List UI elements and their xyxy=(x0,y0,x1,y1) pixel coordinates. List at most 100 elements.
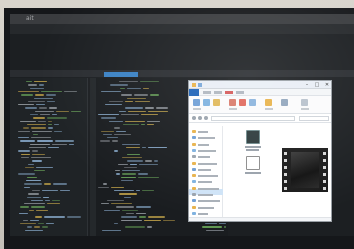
code-token xyxy=(21,156,29,159)
code-token xyxy=(128,110,146,113)
nav-item[interactable] xyxy=(198,149,216,152)
code-token xyxy=(55,140,74,142)
code-token xyxy=(18,150,30,152)
code-token xyxy=(119,110,126,113)
up-icon[interactable] xyxy=(204,116,208,120)
nav-item[interactable] xyxy=(198,175,218,178)
nav-item[interactable] xyxy=(198,206,214,209)
code-token xyxy=(69,143,74,146)
code-token xyxy=(24,186,30,188)
code-token xyxy=(105,104,122,106)
code-token xyxy=(46,94,56,96)
code-token xyxy=(121,94,132,96)
new-folder-icon[interactable] xyxy=(265,99,272,106)
code-token xyxy=(206,229,224,231)
code-token xyxy=(114,189,134,192)
file-thumbnail[interactable] xyxy=(246,156,260,170)
nav-item-icon xyxy=(192,180,196,184)
nav-item[interactable] xyxy=(198,143,209,146)
nav-item[interactable] xyxy=(198,162,217,165)
code-token xyxy=(39,84,44,86)
nav-item[interactable] xyxy=(198,181,212,184)
code-token xyxy=(111,203,132,205)
select-icon[interactable] xyxy=(301,99,308,106)
copy-icon[interactable] xyxy=(203,99,210,106)
code-token xyxy=(30,219,39,221)
address-bar-row xyxy=(189,114,331,123)
active-editor-tab[interactable] xyxy=(104,72,138,77)
code-token xyxy=(130,163,137,165)
nav-item-icon xyxy=(192,193,196,196)
ribbon-tab[interactable] xyxy=(203,91,211,94)
code-token xyxy=(32,150,38,152)
code-token xyxy=(224,226,226,228)
code-token xyxy=(111,186,124,188)
nav-item-icon xyxy=(192,148,196,152)
file-thumbnail[interactable] xyxy=(246,130,260,144)
code-token xyxy=(138,173,148,175)
move-to-icon[interactable] xyxy=(229,99,236,106)
code-token xyxy=(101,117,116,119)
quick-access-icon[interactable] xyxy=(198,83,202,87)
code-token xyxy=(48,120,52,122)
ribbon-tab-file[interactable] xyxy=(189,89,199,96)
code-token xyxy=(38,222,44,225)
paste-icon[interactable] xyxy=(213,99,220,106)
code-token xyxy=(138,176,159,179)
code-token xyxy=(122,209,138,212)
code-token xyxy=(141,123,145,126)
code-token xyxy=(31,127,46,129)
code-token xyxy=(41,90,62,93)
code-token xyxy=(48,123,52,126)
nav-item[interactable] xyxy=(198,200,220,203)
code-token xyxy=(136,206,151,208)
rename-icon[interactable] xyxy=(249,99,256,106)
code-token xyxy=(35,216,42,218)
nav-item[interactable] xyxy=(198,168,211,171)
back-icon[interactable] xyxy=(192,116,196,120)
ribbon-tab[interactable] xyxy=(214,91,222,94)
close-button[interactable]: ✕ xyxy=(323,82,331,88)
nav-item[interactable] xyxy=(198,212,208,215)
pin-icon[interactable] xyxy=(193,99,200,106)
code-token xyxy=(46,222,54,225)
code-token xyxy=(115,170,120,172)
nav-item[interactable] xyxy=(198,187,219,190)
search-input[interactable] xyxy=(299,116,329,121)
address-bar[interactable] xyxy=(211,116,295,121)
forward-icon[interactable] xyxy=(198,116,202,120)
code-token xyxy=(18,173,35,175)
code-token xyxy=(126,213,134,215)
ribbon-tab[interactable] xyxy=(236,91,244,94)
code-token xyxy=(31,199,43,202)
delete-icon[interactable] xyxy=(239,99,246,106)
ribbon-label xyxy=(229,108,237,110)
ribbon-tab[interactable] xyxy=(225,91,233,94)
code-token xyxy=(121,176,136,179)
code-token xyxy=(20,222,36,225)
code-token xyxy=(114,222,118,225)
properties-icon[interactable] xyxy=(281,99,288,106)
nav-item[interactable] xyxy=(198,194,213,196)
maximize-button[interactable]: □ xyxy=(313,82,321,88)
code-token xyxy=(114,133,131,136)
code-token xyxy=(18,90,39,93)
code-token xyxy=(31,206,45,208)
code-token xyxy=(103,133,112,136)
code-token xyxy=(44,216,65,218)
code-token xyxy=(104,209,120,212)
code-token xyxy=(67,216,81,218)
code-token xyxy=(118,163,128,165)
code-token xyxy=(101,130,114,132)
code-token xyxy=(24,183,42,185)
code-token xyxy=(26,81,32,83)
code-token xyxy=(52,199,60,202)
nav-item[interactable] xyxy=(198,137,215,140)
code-token xyxy=(35,110,54,113)
nav-item[interactable] xyxy=(198,156,210,159)
nav-item[interactable] xyxy=(198,131,208,133)
code-token xyxy=(126,147,140,149)
minimize-button[interactable]: – xyxy=(303,82,311,88)
folder-icon xyxy=(192,83,196,87)
code-editor[interactable] xyxy=(90,78,194,236)
